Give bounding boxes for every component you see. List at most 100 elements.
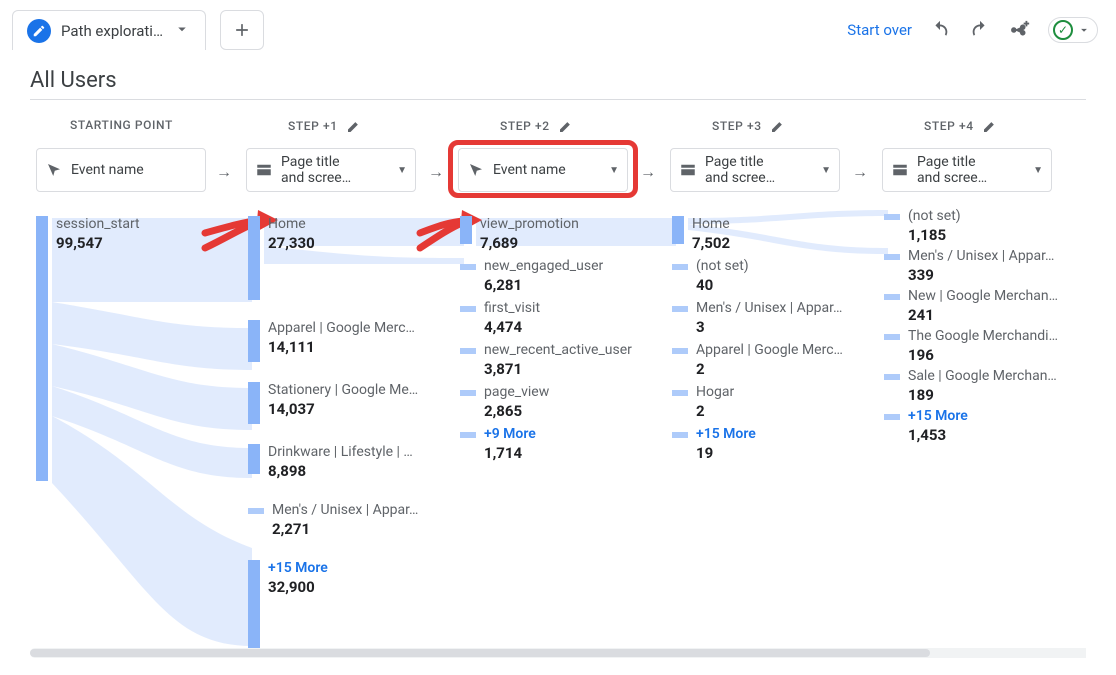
node-value: 8,898 [268,462,413,481]
pill-step1[interactable]: Page title and scree… ▼ [246,148,416,192]
node-label: +15 More [696,426,756,444]
path-node[interactable]: Home27,330 [248,216,315,300]
pill-step2[interactable]: Event name ▼ [458,148,628,192]
path-node[interactable]: Home7,502 [672,216,730,252]
node-value: 14,037 [268,400,418,419]
path-node[interactable]: Men's / Unisex | Appar…3 [672,300,842,336]
node-value: 6,281 [484,276,603,295]
content-area: All Users [0,52,1116,670]
node-label: Stationery | Google Me… [268,382,418,400]
path-node[interactable]: +15 More32,900 [248,560,328,658]
path-node[interactable]: page_view2,865 [460,384,549,420]
node-label: Hogar [696,384,734,402]
node-label: (not set) [908,208,961,226]
pencil-icon [27,19,51,43]
path-node[interactable]: +15 More19 [672,426,756,462]
add-tab-button[interactable] [220,10,264,50]
node-label: new_engaged_user [484,258,603,276]
path-node[interactable]: new_engaged_user6,281 [460,258,603,294]
undo-icon[interactable] [928,18,952,42]
node-label: view_promotion [480,216,579,234]
tab-title: Path explorati… [61,22,163,40]
pill-step3[interactable]: Page title and scree… ▼ [670,148,840,192]
path-node[interactable]: +15 More1,453 [884,408,968,444]
node-value: 196 [908,346,1058,365]
pencil-icon[interactable] [558,118,574,134]
node-label: session_start [56,216,140,234]
cursor-icon [45,161,63,179]
col-header-4: STEP +4 [924,118,998,134]
path-canvas: STARTING POINT Event name → STEP +1 Page… [30,118,1086,658]
pencil-icon[interactable] [770,118,786,134]
node-value: 19 [696,444,756,463]
node-label: (not set) [696,258,749,276]
node-value: 2 [696,360,843,379]
path-node[interactable]: The Google Merchandi…196 [884,328,1058,364]
node-label: Home [268,216,315,234]
pencil-icon[interactable] [346,118,362,134]
share-icon[interactable] [1008,18,1032,42]
chevron-down-icon[interactable] [173,20,191,42]
node-label: +15 More [908,408,968,426]
node-label: Apparel | Google Merc… [696,342,843,360]
chevron-down-icon [1077,23,1091,37]
node-label: Apparel | Google Merc… [268,320,415,338]
path-node[interactable]: session_start99,547 [36,216,140,481]
node-value: 2,865 [484,402,549,421]
step-arrow-icon: → [216,162,232,182]
node-value: 1,714 [484,444,536,463]
node-value: 3,871 [484,360,632,379]
path-node[interactable]: Apparel | Google Merc…14,111 [248,320,415,362]
top-bar: Path explorati… Start over ✓ [0,0,1116,52]
page-icon [679,161,697,179]
exploration-tab[interactable]: Path explorati… [12,10,206,50]
node-label: The Google Merchandi… [908,328,1058,346]
node-value: 7,689 [480,234,579,253]
path-node[interactable]: Apparel | Google Merc…2 [672,342,843,378]
horizontal-scrollbar[interactable] [30,648,1086,658]
node-label: new_recent_active_user [484,342,632,360]
path-node[interactable]: Stationery | Google Me…14,037 [248,382,418,424]
path-node[interactable]: new_recent_active_user3,871 [460,342,632,378]
pencil-icon[interactable] [982,118,998,134]
chevron-down-icon: ▼ [821,165,831,176]
node-value: 7,502 [692,234,730,253]
path-node[interactable]: +9 More1,714 [460,426,536,462]
check-icon: ✓ [1053,20,1073,40]
top-actions: Start over ✓ [847,17,1104,43]
path-node[interactable]: (not set)1,185 [884,208,961,244]
chevron-down-icon: ▼ [1033,165,1043,176]
cursor-icon [467,161,485,179]
path-node[interactable]: Sale | Google Merchan…189 [884,368,1057,404]
path-node[interactable]: first_visit4,474 [460,300,540,336]
node-label: +9 More [484,426,536,444]
path-node[interactable]: New | Google Merchan…241 [884,288,1058,324]
path-node[interactable]: Men's / Unisex | Appar…339 [884,248,1054,284]
chevron-down-icon: ▼ [397,165,407,176]
node-value: 27,330 [268,234,315,253]
col-header-start: STARTING POINT [70,118,173,132]
page-title: All Users [30,68,1086,100]
path-node[interactable]: (not set)40 [672,258,749,294]
node-value: 32,900 [268,578,328,597]
pill-start[interactable]: Event name [36,148,206,192]
node-label: first_visit [484,300,540,318]
status-pill[interactable]: ✓ [1048,17,1098,43]
col-header-2: STEP +2 [500,118,574,134]
node-label: Drinkware | Lifestyle | … [268,444,413,462]
node-label: Sale | Google Merchan… [908,368,1057,386]
node-label: +15 More [268,560,328,578]
start-over-button[interactable]: Start over [847,21,912,39]
path-node[interactable]: Hogar2 [672,384,734,420]
pill-step4[interactable]: Page title and scree… ▼ [882,148,1052,192]
node-value: 339 [908,266,1054,285]
node-value: 241 [908,306,1058,325]
redo-icon[interactable] [968,18,992,42]
node-value: 1,453 [908,426,968,445]
node-label: New | Google Merchan… [908,288,1058,306]
path-node[interactable]: view_promotion7,689 [460,216,579,252]
step-arrow-icon: → [640,162,656,182]
step-arrow-icon: → [428,162,444,182]
path-node[interactable]: Men's / Unisex | Appar…2,271 [248,502,418,538]
path-node[interactable]: Drinkware | Lifestyle | …8,898 [248,444,413,480]
